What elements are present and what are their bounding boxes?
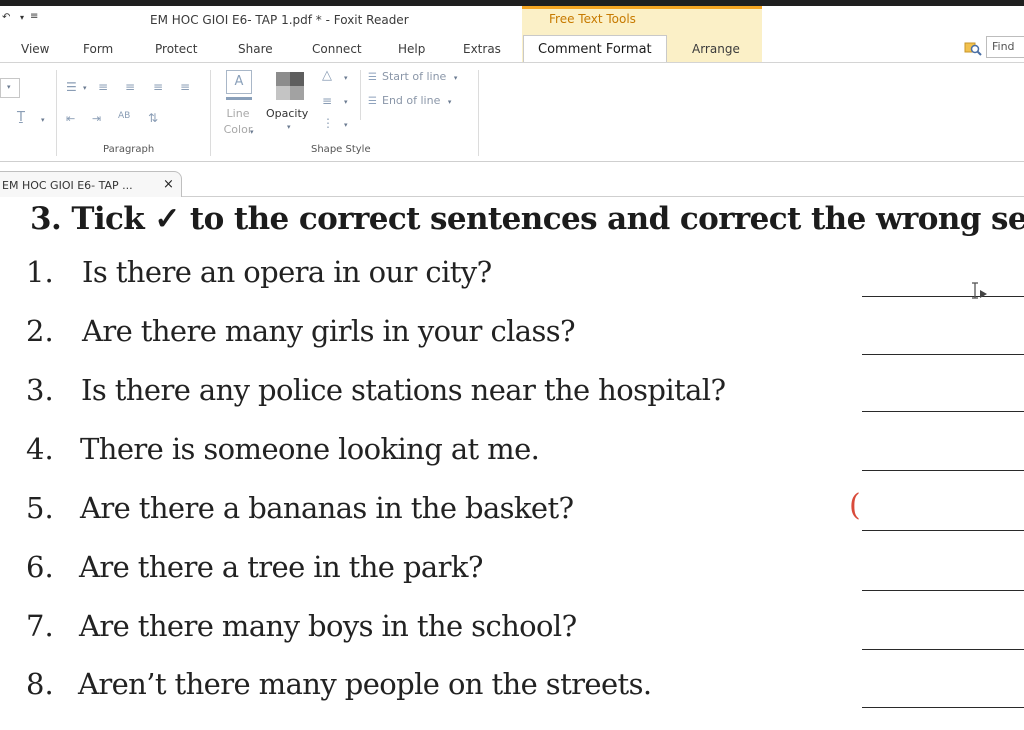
exercise-heading: 3. Tick ✓ to the correct sentences and c… — [30, 201, 1024, 237]
question-text: Aren’t there many people on the streets. — [78, 667, 652, 701]
end-of-line-dropdown-icon: ▾ — [447, 98, 452, 106]
shape-style-group-label: Shape Style — [311, 144, 371, 155]
answer-line[interactable] — [862, 296, 1024, 297]
list-item: 8. Aren’t there many people on the stree… — [0, 0, 1024, 708]
question-text: Are there many boys in the school? — [79, 609, 577, 643]
start-of-line-button[interactable]: ☰ Start of line ▾ — [368, 70, 457, 83]
answer-line[interactable] — [862, 590, 1024, 591]
decrease-indent-icon[interactable]: ⇤ — [66, 112, 75, 125]
question-number: 5. — [26, 491, 54, 525]
document-tab-label: EM HOC GIOI E6- TAP ... — [2, 179, 133, 192]
ribbon-divider — [56, 70, 57, 156]
question-text: Is there an opera in our city? — [82, 255, 492, 289]
fill-color-dropdown-icon[interactable]: ▾ — [344, 74, 348, 82]
answer-line[interactable] — [862, 530, 1024, 531]
answer-line[interactable] — [862, 649, 1024, 650]
bullet-list-dropdown-icon[interactable]: ▾ — [83, 84, 87, 92]
line-width-dropdown-icon[interactable]: ▾ — [344, 98, 348, 106]
align-left-icon[interactable]: ≡ — [98, 80, 108, 94]
line-style-icon[interactable]: ⋮ — [322, 116, 334, 130]
line-style-dropdown-icon[interactable]: ▾ — [344, 121, 348, 129]
dropdown-arrow-icon: ▾ — [7, 83, 11, 91]
line-color-button[interactable]: A — [223, 68, 255, 102]
justify-icon[interactable]: ≡ — [180, 80, 190, 94]
line-spacing-icon[interactable]: ⇅ — [148, 111, 158, 125]
foxit-reader-window: ↶ ▾ ≡ EM HOC GIOI E6- TAP 1.pdf * - Foxi… — [0, 0, 1024, 730]
opacity-label: Opacity — [266, 107, 309, 120]
pen-annotation-mark: ( — [849, 488, 861, 523]
close-tab-icon[interactable]: × — [163, 177, 174, 192]
line-color-swatch-icon: A — [226, 70, 252, 94]
question-number: 1. — [26, 255, 54, 289]
answer-line[interactable] — [862, 411, 1024, 412]
font-size-dropdown[interactable]: ▾ — [0, 78, 20, 98]
bullet-list-icon[interactable]: ☰ — [66, 80, 77, 94]
end-of-line-icon: ☰ — [368, 96, 377, 107]
character-spacing-icon[interactable]: AB — [118, 111, 130, 121]
question-number: 8. — [26, 667, 54, 701]
fill-color-icon[interactable]: △ — [322, 68, 332, 83]
answer-line[interactable] — [862, 470, 1024, 471]
question-number: 3. — [26, 373, 54, 407]
ribbon-divider — [478, 70, 479, 156]
start-of-line-label: Start of line — [382, 70, 447, 83]
end-of-line-button[interactable]: ☰ End of line ▾ — [368, 94, 451, 107]
increase-indent-icon[interactable]: ⇥ — [92, 112, 101, 125]
answer-line[interactable] — [862, 707, 1024, 708]
question-number: 4. — [26, 432, 54, 466]
align-right-icon[interactable]: ≡ — [153, 80, 163, 94]
question-text: Are there a bananas in the basket? — [80, 491, 574, 525]
ribbon-divider — [360, 70, 361, 120]
line-color-dropdown-icon[interactable]: ▾ — [250, 128, 254, 136]
question-number: 2. — [26, 314, 54, 348]
start-of-line-dropdown-icon: ▾ — [453, 74, 458, 82]
end-of-line-label: End of line — [382, 94, 441, 107]
opacity-button[interactable] — [276, 72, 304, 100]
opacity-dropdown-icon[interactable]: ▾ — [287, 123, 291, 131]
question-number: 6. — [26, 550, 54, 584]
align-center-icon[interactable]: ≡ — [125, 80, 135, 94]
paragraph-group-label: Paragraph — [103, 144, 155, 155]
text-cursor-icon — [972, 282, 987, 299]
underline-icon[interactable]: Ṯ — [17, 110, 25, 125]
answer-line[interactable] — [862, 354, 1024, 355]
ribbon-divider — [210, 70, 211, 156]
line-width-icon[interactable]: ≡ — [322, 94, 332, 108]
line-color-bar — [226, 97, 252, 100]
question-text: Is there any police stations near the ho… — [81, 373, 726, 407]
question-text: There is someone looking at me. — [80, 432, 540, 466]
question-number: 7. — [26, 609, 54, 643]
question-text: Are there many girls in your class? — [82, 314, 576, 348]
start-of-line-icon: ☰ — [368, 72, 377, 83]
underline-dropdown-icon[interactable]: ▾ — [41, 116, 45, 124]
question-text: Are there a tree in the park? — [79, 550, 483, 584]
